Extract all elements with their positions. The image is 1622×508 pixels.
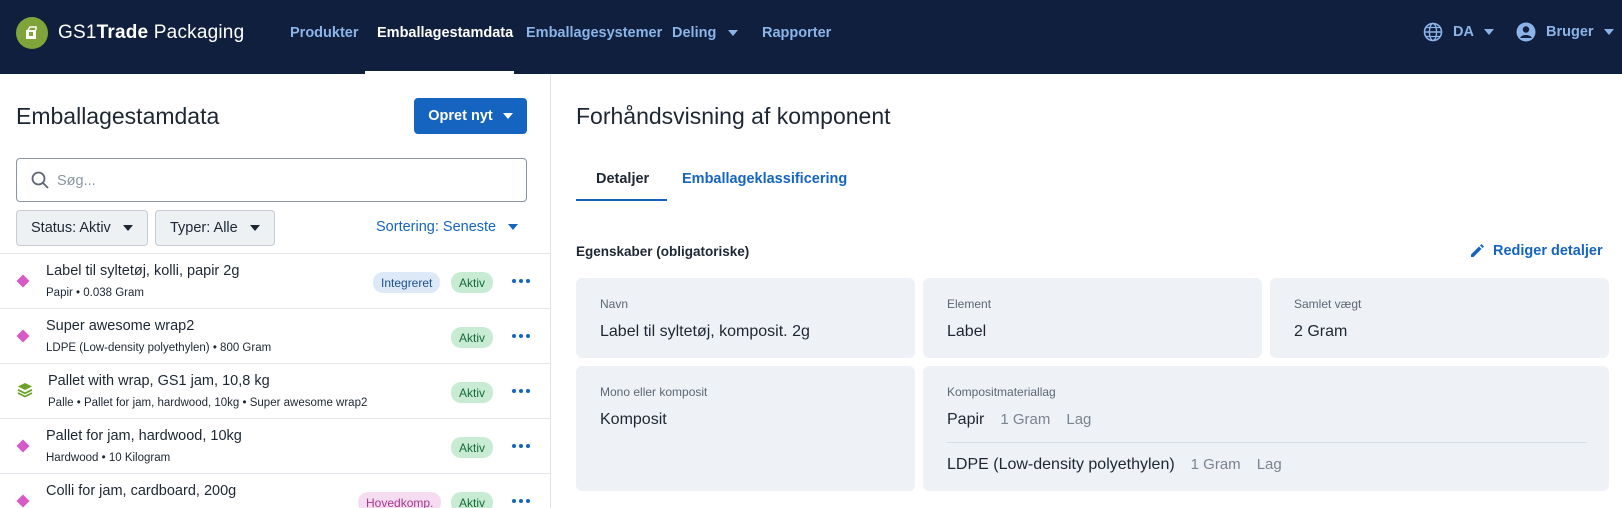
edit-details-label: Rediger detaljer [1493, 243, 1603, 259]
list-item-subtitle: Palle • Pallet for jam, hardwood, 10kg •… [48, 397, 368, 409]
diamond-icon [16, 329, 30, 343]
chevron-down-icon [728, 30, 739, 36]
layer-material: Papir [947, 411, 985, 428]
sort-button[interactable]: Sortering: Seneste [376, 219, 519, 235]
chevron-down-icon [1483, 29, 1494, 35]
layer-row: Papir 1 Gram Lag [947, 411, 1091, 429]
weight-value: 2 Gram [1294, 323, 1348, 340]
list-item[interactable]: Pallet with wrap, GS1 jam, 10,8 kg Palle… [0, 363, 551, 418]
status-filter-label: Status: Aktiv [31, 220, 111, 236]
page-title: Emballagestamdata [16, 103, 220, 129]
more-options-icon[interactable] [512, 384, 530, 398]
nav-produkter[interactable]: Produkter [290, 25, 359, 41]
list-item-title: Label til syltetøj, kolli, papir 2g [46, 263, 240, 279]
layer-amount: 1 Gram [1190, 456, 1241, 473]
list-item-subtitle: Hardwood • 10 Kilogram [46, 452, 171, 464]
create-new-label: Opret nyt [428, 108, 493, 124]
app-logo-text[interactable]: GS1Trade Packaging [58, 22, 244, 44]
status-badge: Aktiv [451, 327, 494, 348]
pencil-icon [1471, 244, 1484, 257]
search-box[interactable] [16, 158, 527, 202]
status-badge: Aktiv [451, 272, 494, 293]
nav-deling[interactable]: Deling [672, 25, 739, 41]
create-new-button[interactable]: Opret nyt [414, 98, 527, 134]
type-filter-button[interactable]: Typer: Alle [155, 210, 275, 246]
mono-composite-value: Komposit [600, 411, 667, 428]
chevron-down-icon [249, 225, 260, 231]
sort-label: Sortering: Seneste [376, 219, 497, 235]
list-item-subtitle: Papir • 0.038 Gram [46, 287, 144, 299]
main-component-badge: Hovedkomp. [358, 492, 442, 508]
more-options-icon[interactable] [512, 494, 530, 508]
status-badge: Aktiv [451, 382, 494, 403]
weight-label: Samlet vægt [1294, 297, 1362, 311]
language-selector[interactable]: DA [1423, 22, 1494, 42]
nav-emballagestamdata[interactable]: Emballagestamdata [377, 25, 513, 41]
user-menu[interactable]: Bruger [1516, 22, 1614, 42]
list-item[interactable]: Super awesome wrap2 LDPE (Low-density po… [0, 308, 551, 363]
list-item[interactable]: Label til syltetøj, kolli, papir 2g Papi… [0, 253, 551, 308]
status-filter-button[interactable]: Status: Aktiv [16, 210, 148, 246]
list-item[interactable]: Colli for jam, cardboard, 200g Hovedkomp… [0, 473, 551, 508]
list-item[interactable]: Pallet for jam, hardwood, 10kg Hardwood … [0, 418, 551, 473]
composite-layers-card: Kompositmateriallag Papir 1 Gram Lag LDP… [923, 366, 1609, 491]
preview-title: Forhåndsvisning af komponent [576, 103, 891, 129]
language-label: DA [1453, 24, 1474, 40]
user-label: Bruger [1546, 24, 1594, 40]
layer-divider [947, 442, 1587, 443]
more-options-icon[interactable] [512, 274, 530, 288]
chevron-down-icon [1603, 29, 1614, 35]
user-avatar-icon [1516, 22, 1536, 42]
name-label: Navn [600, 297, 629, 311]
status-badge: Aktiv [451, 437, 494, 458]
search-icon [31, 171, 49, 189]
layer-row: LDPE (Low-density polyethylen) 1 Gram La… [947, 456, 1282, 474]
tab-details[interactable]: Detaljer [596, 171, 649, 187]
status-badge: Aktiv [451, 492, 494, 508]
weight-card: Samlet vægt 2 Gram [1270, 278, 1609, 358]
gs1-logo-icon[interactable] [16, 17, 48, 49]
composite-layers-label: Kompositmateriallag [947, 385, 1056, 399]
diamond-icon [16, 274, 30, 288]
element-card: Element Label [923, 278, 1262, 358]
mono-composite-card: Mono eller komposit Komposit [576, 366, 915, 491]
chevron-down-icon [122, 225, 133, 231]
nav-emballagesystemer[interactable]: Emballagesystemer [526, 25, 662, 41]
element-label: Element [947, 297, 992, 311]
mono-composite-label: Mono eller komposit [600, 385, 708, 399]
layer-material: LDPE (Low-density polyethylen) [947, 456, 1175, 473]
globe-icon [1423, 22, 1443, 42]
list-item-title: Colli for jam, cardboard, 200g [46, 483, 237, 499]
integrated-badge: Integreret [373, 272, 441, 293]
edit-details-button[interactable]: Rediger detaljer [1469, 243, 1603, 259]
chevron-down-icon [508, 224, 519, 230]
active-tab-indicator [576, 199, 667, 201]
list-item-title: Pallet with wrap, GS1 jam, 10,8 kg [48, 373, 270, 389]
name-card: Navn Label til syltetøj, komposit. 2g [576, 278, 915, 358]
section-title: Egenskaber (obligatoriske) [576, 244, 750, 259]
tab-packaging-classification[interactable]: Emballageklassificering [682, 171, 847, 187]
layer-type: Lag [1066, 411, 1092, 428]
list-item-title: Pallet for jam, hardwood, 10kg [46, 428, 242, 444]
list-item-subtitle: LDPE (Low-density polyethylen) • 800 Gra… [46, 342, 272, 354]
layer-amount: 1 Gram [1000, 411, 1051, 428]
layer-type: Lag [1256, 456, 1282, 473]
type-filter-label: Typer: Alle [170, 220, 238, 236]
name-value: Label til syltetøj, komposit. 2g [600, 323, 810, 340]
more-options-icon[interactable] [512, 329, 530, 343]
nav-rapporter[interactable]: Rapporter [762, 25, 831, 41]
element-value: Label [947, 323, 987, 340]
diamond-icon [16, 439, 30, 453]
list-item-title: Super awesome wrap2 [46, 318, 195, 334]
layers-icon [17, 383, 33, 398]
top-navbar: GS1Trade Packaging Produkter Emballagest… [0, 0, 1622, 74]
more-options-icon[interactable] [512, 439, 530, 453]
diamond-icon [16, 494, 30, 508]
chevron-down-icon [502, 113, 513, 119]
search-input[interactable] [57, 169, 507, 193]
nav-deling-label: Deling [672, 25, 717, 41]
